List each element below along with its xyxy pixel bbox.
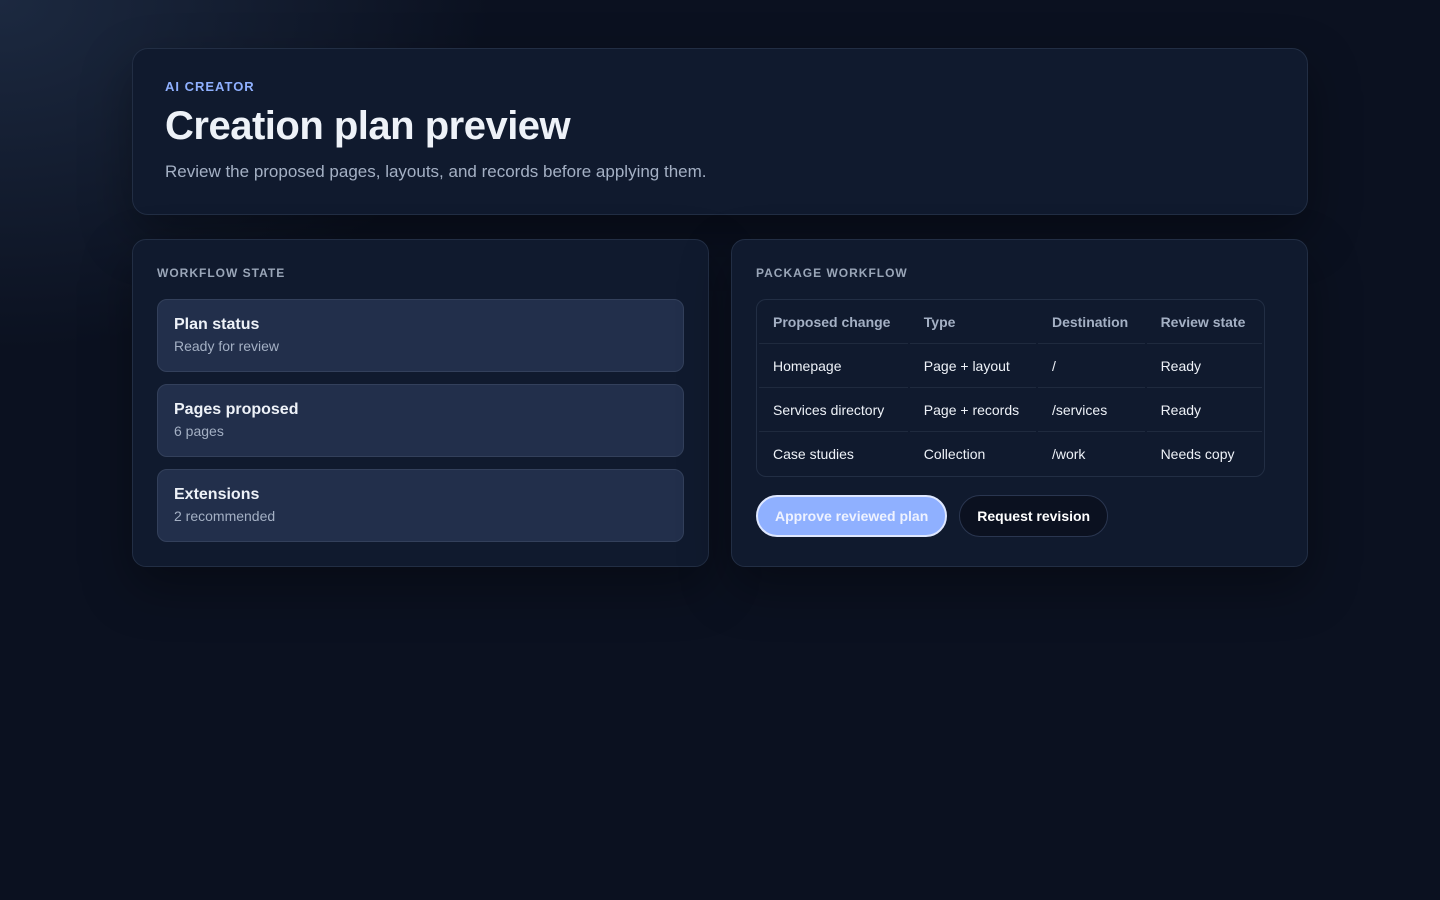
workflow-state-list: Plan status Ready for review Pages propo… (157, 299, 684, 542)
table-cell: Page + records (909, 388, 1036, 432)
state-card-extensions: Extensions 2 recommended (157, 469, 684, 542)
request-revision-button[interactable]: Request revision (959, 495, 1109, 537)
table-cell: Homepage (759, 344, 908, 388)
workflow-state-panel: WORKFLOW STATE Plan status Ready for rev… (132, 239, 709, 567)
column-header: Destination (1037, 300, 1145, 344)
table-row: Case studies Collection /work Needs copy (759, 432, 1262, 476)
page-subtitle: Review the proposed pages, layouts, and … (165, 162, 707, 181)
state-label: Plan status (174, 316, 260, 333)
table-row: Services directory Page + records /servi… (759, 388, 1262, 432)
table-cell: Collection (923, 446, 986, 462)
hero-card: AI CREATOR Creation plan preview Review … (132, 48, 1308, 215)
package-workflow-panel: PACKAGE WORKFLOW Proposed change Type De… (731, 239, 1308, 567)
table-cell: / (1037, 344, 1145, 388)
state-label: Extensions (174, 486, 260, 503)
column-header: Proposed change (759, 300, 908, 344)
table-cell: /work (1051, 446, 1086, 462)
workflow-state-title: WORKFLOW STATE (157, 266, 286, 280)
table-cell: Services directory (759, 388, 908, 432)
table-cell: Case studies (773, 446, 854, 462)
column-header: Type (909, 300, 1036, 344)
state-value: Ready for review (174, 338, 280, 354)
table-row: Homepage Page + layout / Ready (759, 344, 1262, 388)
table-cell: Needs copy (1160, 446, 1235, 462)
state-card-pages-proposed: Pages proposed 6 pages (157, 384, 684, 457)
table-header-row: Proposed change Type Destination Review … (759, 300, 1262, 344)
eyebrow-label: AI CREATOR (165, 79, 255, 94)
table-cell: /services (1037, 388, 1145, 432)
package-workflow-title: PACKAGE WORKFLOW (756, 266, 908, 280)
changes-table: Proposed change Type Destination Review … (757, 300, 1264, 476)
action-buttons: Approve reviewed plan Request revision (756, 495, 1283, 537)
proposed-changes-table: Proposed change Type Destination Review … (756, 299, 1265, 477)
state-value: 6 pages (174, 423, 224, 439)
table-cell: Page + layout (909, 344, 1036, 388)
state-label: Pages proposed (174, 401, 299, 418)
column-header: Review state (1146, 300, 1262, 344)
state-value: 2 recommended (174, 508, 276, 524)
approve-plan-button[interactable]: Approve reviewed plan (756, 495, 948, 537)
page-title: Creation plan preview (165, 104, 571, 148)
state-card-plan-status: Plan status Ready for review (157, 299, 684, 372)
table-cell: Ready (1146, 344, 1262, 388)
table-cell: Ready (1146, 388, 1262, 432)
